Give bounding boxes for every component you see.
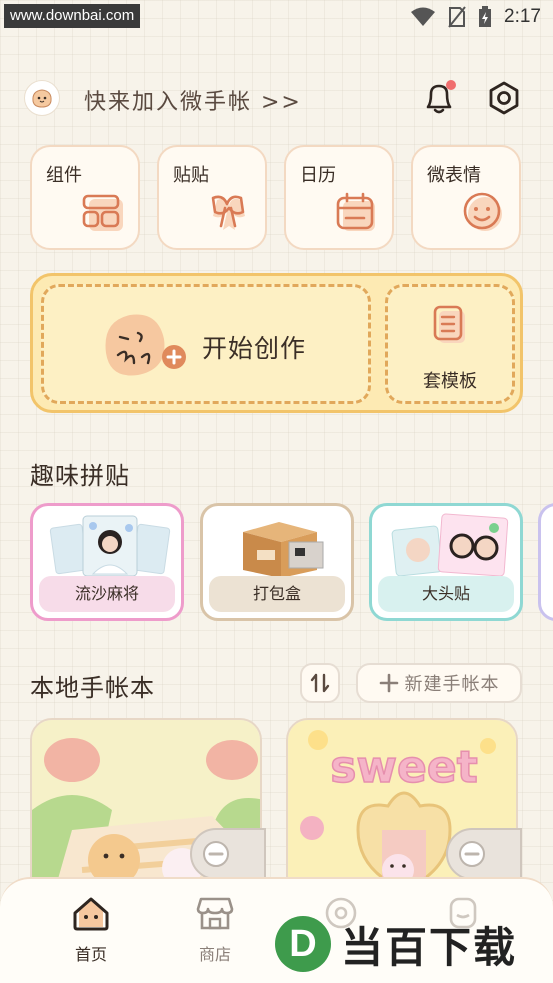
watermark-logo: D 当百下载 [275,916,517,972]
start-create-label: 开始创作 [202,334,307,363]
bow-icon [211,195,245,230]
nav-shop-label: 商店 [198,945,231,964]
nav-home[interactable]: 首页 [56,895,126,965]
photo-collage-image [49,515,171,577]
avatar[interactable] [24,80,60,116]
battery-icon [479,6,492,27]
wifi-icon [411,7,436,26]
tile-calendar[interactable]: 日历 [284,145,394,250]
collage-card-partial[interactable] [538,503,553,621]
shop-icon [196,897,234,930]
tile-emoji[interactable]: 微表情 [411,145,521,250]
plus-icon [379,673,398,693]
package-box-image [243,522,324,578]
notebook-clasp-2 [446,828,522,880]
nav-shop[interactable]: 商店 [180,895,250,965]
collage-label: 大头贴 [378,576,514,612]
collage-card-mahjong[interactable]: 流沙麻将 [30,503,184,621]
photo-sticker-image [391,513,509,577]
collage-card-photo-sticker[interactable]: 大头贴 [369,503,523,621]
smiley-icon [463,192,502,231]
sort-button[interactable] [300,663,340,703]
collage-card-package[interactable]: 打包盒 [200,503,354,621]
tile-label: 日历 [300,165,336,186]
use-template-button[interactable]: 套模板 [385,284,515,404]
watermark-text: www.downbai.com [4,4,141,28]
tile-label: 贴贴 [173,165,209,186]
status-icons: 2:17 [410,6,541,28]
start-create-button[interactable]: 开始创作 [41,284,371,404]
tile-sticker[interactable]: 贴贴 [157,145,267,250]
calendar-icon [336,192,375,231]
join-link[interactable]: 快来加入微手帐 >> [84,84,302,116]
home-icon [73,897,109,931]
create-card: 开始创作 套模板 [30,273,523,413]
sweet-cover-title: sweet [330,742,478,793]
tile-label: 微表情 [427,165,481,186]
watermark-logo-text: 当百下载 [341,922,518,972]
template-icon [433,305,465,343]
tile-label: 组件 [46,165,82,186]
mascot-create-icon [105,314,186,376]
clasp-icon [203,841,229,867]
nav-home-label: 首页 [74,945,107,964]
notification-button[interactable] [422,80,456,116]
widget-icon [82,194,123,231]
template-label: 套模板 [423,371,477,392]
header: 快来加入微手帐 >> [24,78,529,118]
new-notebook-button[interactable]: 新建手帐本 [356,663,522,703]
gear-icon [489,81,519,115]
collage-label: 流沙麻将 [39,576,175,612]
tile-widget[interactable]: 组件 [30,145,140,250]
notification-dot [446,80,456,90]
books-section-title: 本地手帐本 [30,674,155,702]
sort-icon [310,673,330,693]
status-bar: www.downbai.com 2:17 [0,0,553,36]
watermark-logo-mark: D [275,916,331,972]
mascot-avatar-icon [32,89,52,108]
new-notebook-label: 新建手帐本 [404,674,500,695]
clasp-icon [459,841,485,867]
settings-button[interactable] [486,80,522,116]
collage-label: 打包盒 [209,576,345,612]
status-time: 2:17 [504,6,541,27]
no-sim-icon [448,6,466,28]
notebook-clasp-1 [190,828,266,880]
collage-section-title: 趣味拼贴 [30,462,130,490]
